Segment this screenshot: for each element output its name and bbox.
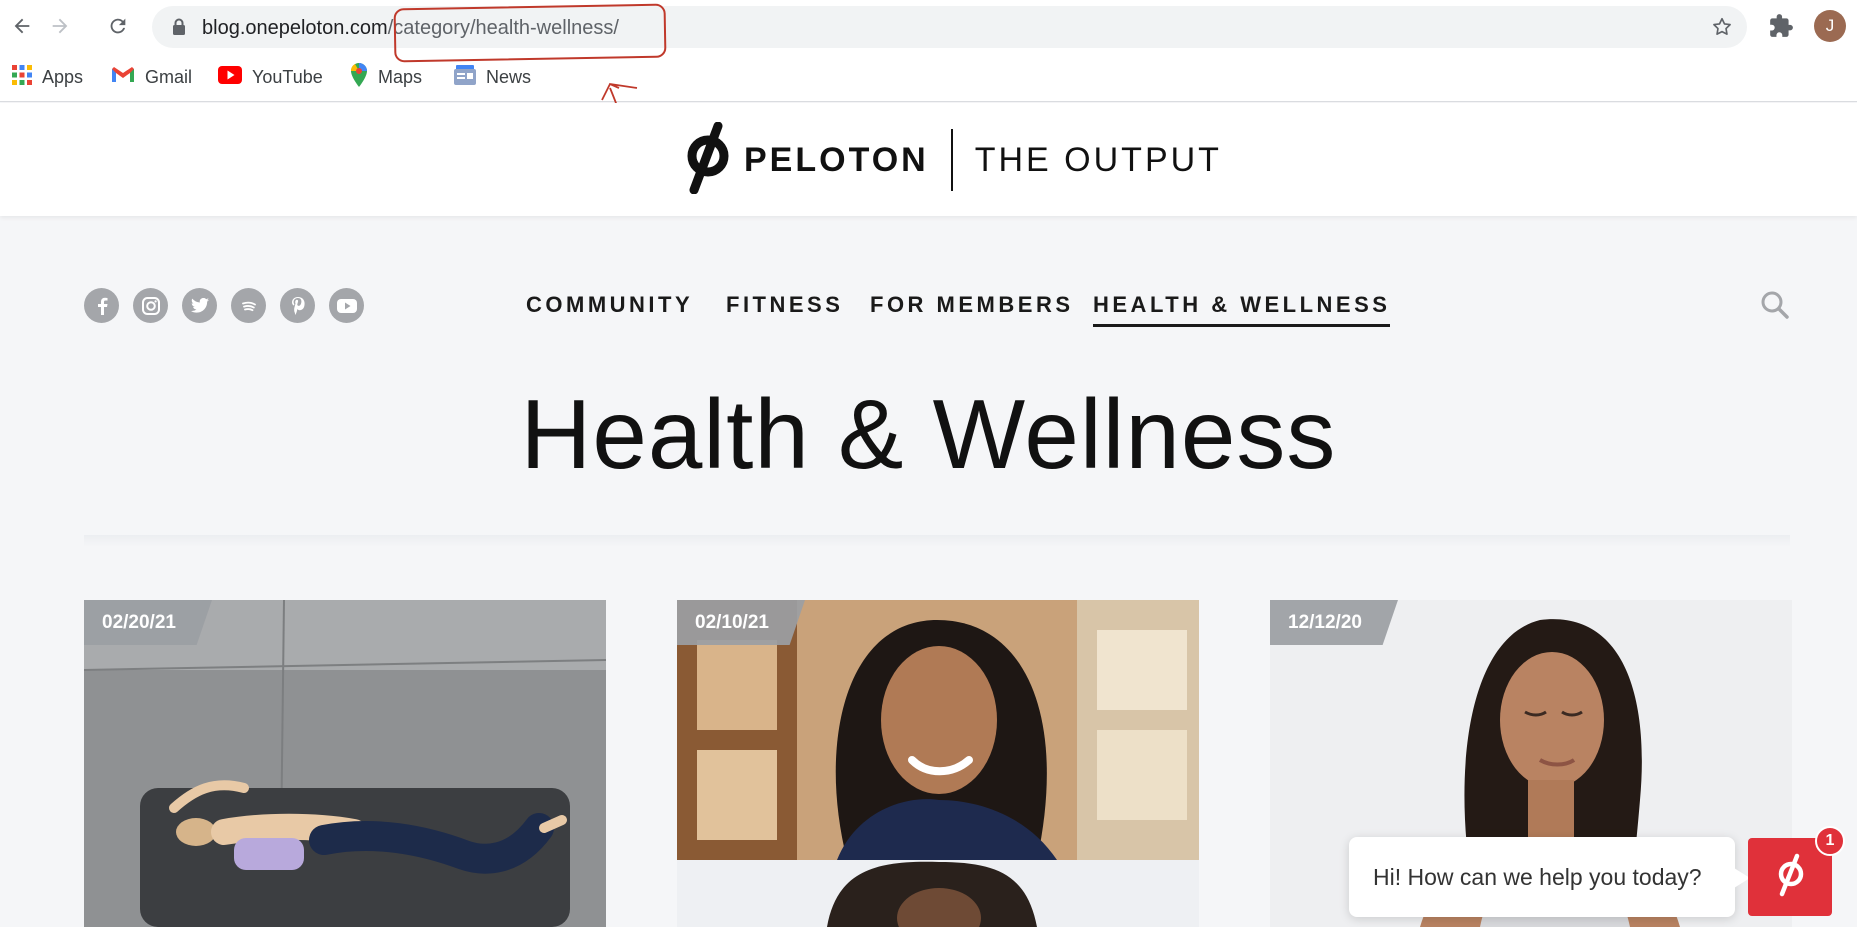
extensions-puzzle-icon[interactable]	[1768, 13, 1794, 44]
search-icon[interactable]	[1760, 290, 1790, 325]
bookmark-label: News	[486, 66, 532, 87]
gmail-icon	[111, 66, 135, 89]
address-bar[interactable]: blog.onepeloton.com/category/health-well…	[152, 6, 1747, 48]
section-name: THE OUTPUT	[974, 140, 1222, 179]
apps-grid-icon	[12, 64, 32, 90]
logo-divider	[950, 129, 953, 191]
bookmark-gmail[interactable]: Gmail	[111, 62, 192, 92]
bookmark-youtube[interactable]: YouTube	[218, 62, 323, 92]
annotation-circle	[393, 3, 667, 63]
date-badge: 12/12/20	[1270, 600, 1398, 645]
news-icon	[454, 64, 476, 90]
twitter-icon[interactable]	[182, 288, 217, 323]
back-icon[interactable]	[8, 12, 36, 40]
spotify-icon[interactable]	[231, 288, 266, 323]
article-card[interactable]: 02/20/21	[84, 600, 606, 927]
bookmark-news[interactable]: News	[454, 62, 531, 92]
chat-prompt-bubble[interactable]: Hi! How can we help you today?	[1349, 837, 1735, 917]
bookmark-label: YouTube	[252, 66, 323, 87]
url-host: blog.onepeloton.com	[202, 17, 388, 39]
profile-avatar[interactable]: J	[1814, 10, 1846, 42]
facebook-icon[interactable]	[84, 288, 119, 323]
bookmark-label: Apps	[42, 66, 84, 87]
nav-fitness[interactable]: FITNESS	[726, 292, 843, 318]
instagram-icon[interactable]	[133, 288, 168, 323]
nav-for-members[interactable]: FOR MEMBERS	[870, 292, 1074, 318]
bookmarks-bar: Apps Gmail YouTube Maps News	[0, 52, 1857, 102]
article-image	[84, 600, 606, 927]
site-logo[interactable]: PELOTON THE OUTPUT	[680, 121, 1222, 199]
article-card[interactable]: 02/10/21	[677, 600, 1199, 927]
nav-health-wellness[interactable]: HEALTH & WELLNESS	[1093, 292, 1391, 327]
date-badge: 02/10/21	[677, 600, 805, 645]
bookmark-label: Gmail	[145, 66, 193, 87]
notification-badge: 1	[1815, 826, 1845, 856]
youtube-icon	[218, 65, 242, 89]
peloton-logo-icon	[680, 121, 732, 199]
lock-icon	[172, 18, 186, 41]
article-image	[677, 600, 1199, 927]
browser-toolbar: blog.onepeloton.com/category/health-well…	[0, 0, 1857, 52]
bookmark-maps[interactable]: Maps	[350, 62, 422, 92]
page-title: Health & Wellness	[520, 379, 1337, 489]
brand-name: PELOTON	[744, 140, 929, 179]
pinterest-icon[interactable]	[280, 288, 315, 323]
date-badge: 02/20/21	[84, 600, 212, 645]
maps-icon	[350, 62, 368, 92]
reload-icon[interactable]	[104, 12, 132, 40]
bookmark-apps[interactable]: Apps	[12, 62, 83, 92]
bookmark-star-icon[interactable]	[1711, 16, 1733, 43]
forward-icon[interactable]	[46, 12, 74, 40]
peloton-chat-icon	[1773, 853, 1807, 902]
nav-community[interactable]: COMMUNITY	[526, 292, 693, 318]
site-header: PELOTON THE OUTPUT	[0, 103, 1857, 216]
youtube-social-icon[interactable]	[329, 288, 364, 323]
title-divider	[84, 535, 1790, 547]
bookmark-label: Maps	[378, 66, 423, 87]
